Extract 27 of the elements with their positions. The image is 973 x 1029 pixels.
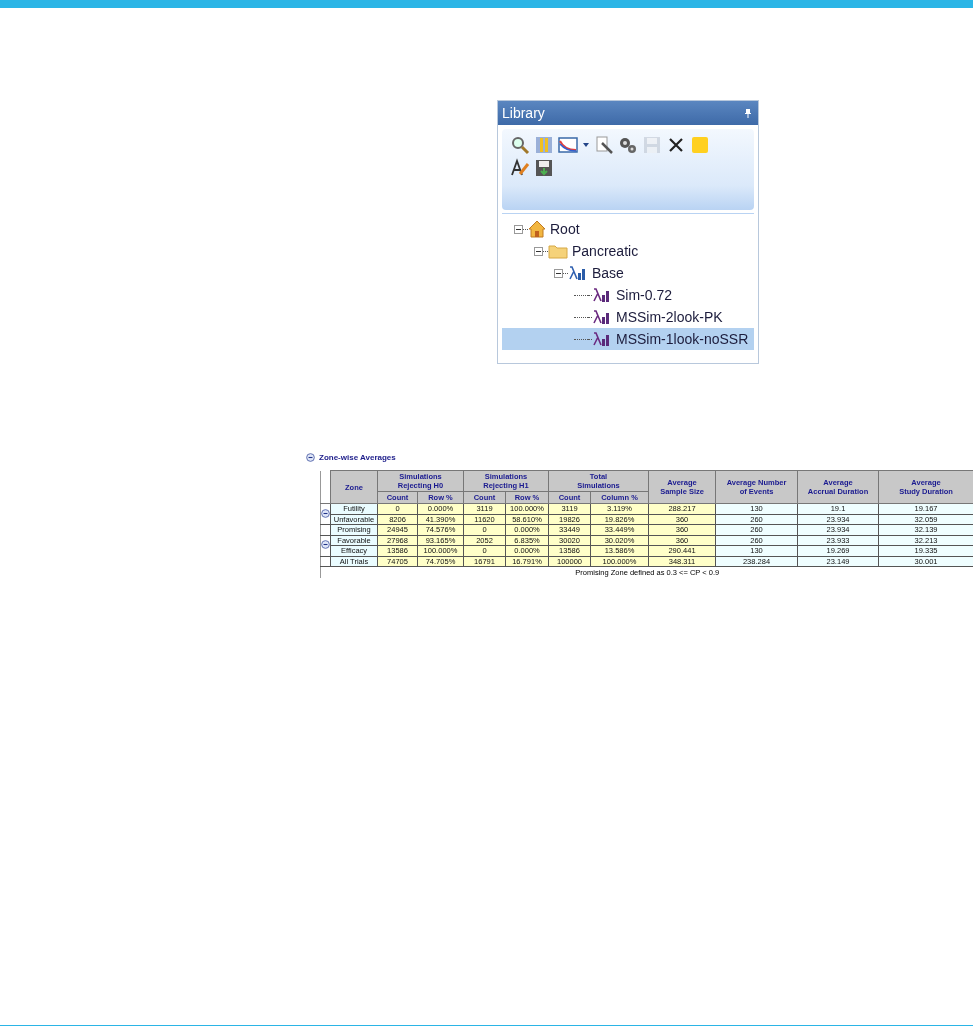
tree-item[interactable]: MSSim-1look-noSSR bbox=[502, 328, 754, 350]
panel-title: Library bbox=[502, 105, 545, 121]
lambda-chart-icon bbox=[568, 265, 588, 281]
tree-item[interactable]: Sim-0.72 bbox=[502, 284, 754, 306]
lambda-chart-icon bbox=[592, 287, 612, 303]
wrench-icon[interactable] bbox=[594, 135, 614, 155]
search-icon[interactable] bbox=[510, 135, 530, 155]
lambda-chart-icon bbox=[592, 331, 612, 347]
save-download-icon[interactable] bbox=[534, 158, 554, 178]
gears-icon[interactable] bbox=[618, 135, 638, 155]
lambda-chart-icon bbox=[592, 309, 612, 325]
chart-icon[interactable] bbox=[558, 135, 578, 155]
pin-icon[interactable] bbox=[744, 108, 752, 118]
tree-item[interactable]: Base bbox=[502, 262, 754, 284]
text-edit-icon[interactable] bbox=[510, 158, 530, 178]
collapse-icon[interactable] bbox=[321, 508, 330, 518]
tree-item[interactable]: Pancreatic bbox=[502, 240, 754, 262]
collapse-toggle-icon[interactable] bbox=[514, 224, 523, 234]
collapse-toggle-icon[interactable] bbox=[554, 268, 563, 278]
house-icon bbox=[528, 220, 546, 238]
tree-item[interactable]: MSSim-2look-PK bbox=[502, 306, 754, 328]
collapse-icon[interactable] bbox=[321, 540, 330, 549]
folder-icon bbox=[548, 243, 568, 259]
collapse-icon[interactable] bbox=[306, 452, 315, 462]
collapse-toggle-icon[interactable] bbox=[534, 246, 543, 256]
section-title: Zone-wise Averages bbox=[319, 452, 396, 462]
tree-item[interactable]: Root bbox=[502, 218, 754, 240]
